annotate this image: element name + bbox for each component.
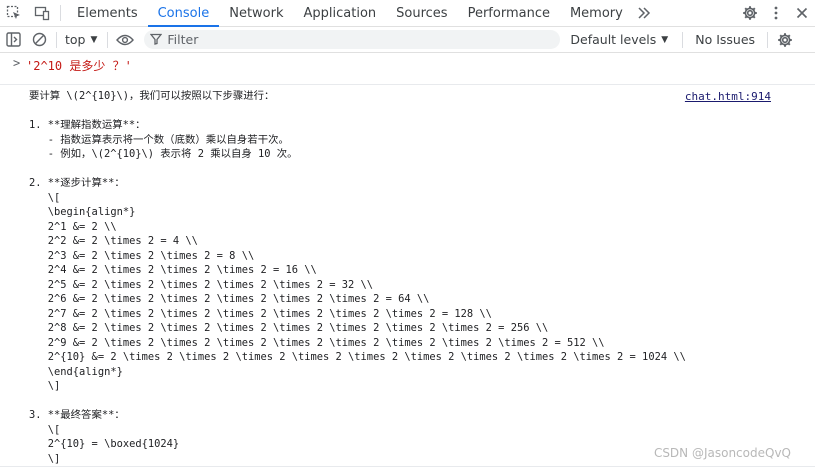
close-icon[interactable] [789,0,815,26]
chevron-right-icon: > [13,56,21,70]
log-levels-dropdown[interactable]: Default levels ▼ [560,27,678,52]
filter-icon [150,30,163,49]
log-line: 2^7 &= 2 \times 2 \times 2 \times 2 \tim… [29,307,492,320]
log-line: \] [29,452,61,465]
tab-application[interactable]: Application [294,0,387,26]
issues-label: No Issues [695,32,756,47]
divider [0,466,815,467]
caret-down-icon: ▼ [90,34,98,45]
toolbar-separator [56,31,57,48]
log-line: - 指数运算表示将一个数（底数）乘以自身若干次。 [29,133,289,146]
device-toggle-icon[interactable] [28,0,56,26]
filter-placeholder: Filter [167,32,199,47]
log-line: 要计算 \(2^{10}\)，我们可以按照以下步骤进行： [29,90,275,102]
tab-label: Elements [77,5,138,21]
log-line: 3. **最终答案**： [29,409,125,421]
tab-label: Sources [396,5,448,21]
log-line: 2^9 &= 2 \times 2 \times 2 \times 2 \tim… [29,336,605,349]
log-source-link[interactable]: chat.html:914 [685,90,771,103]
inspect-element-icon[interactable] [0,0,28,26]
issues-button[interactable]: No Issues [687,27,763,52]
tab-sources[interactable]: Sources [386,0,457,26]
log-line: 2^5 &= 2 \times 2 \times 2 \times 2 \tim… [29,278,374,291]
kebab-menu-icon[interactable] [763,0,789,26]
toolbar-separator [767,31,769,48]
tab-memory[interactable]: Memory [560,0,633,26]
devtools-tab-bar: Elements Console Network Application Sou… [0,0,815,27]
filter-input[interactable]: Filter [144,30,561,49]
tab-performance[interactable]: Performance [458,0,560,26]
toolbar-separator [107,31,109,48]
log-line: \[ [29,191,61,204]
log-line: 2^{10} = \boxed{1024} [29,438,180,450]
log-line: 1. **理解指数运算**： [29,119,146,131]
tab-label: Network [229,5,284,21]
watermark: CSDN @JasoncodeQvQ [653,446,791,460]
gear-icon[interactable] [737,0,763,26]
log-line: 2^8 &= 2 \times 2 \times 2 \times 2 \tim… [29,322,549,334]
log-line: 2^3 &= 2 \times 2 \times 2 = 8 \\ [29,249,255,262]
log-line: 2^6 &= 2 \times 2 \times 2 \times 2 \tim… [29,293,430,305]
more-tabs-icon[interactable] [633,0,655,26]
clear-console-icon[interactable] [26,27,52,52]
log-line: \end{align*} [29,365,123,378]
log-line: 2. **逐步计算**： [29,177,125,189]
tab-console[interactable]: Console [147,0,220,27]
log-line: \begin{align*} [29,206,136,218]
log-line: 2^{10} &= 2 \times 2 \times 2 \times 2 \… [29,351,686,363]
console-settings-gear-icon[interactable] [772,27,798,52]
log-line: \[ [29,423,61,436]
log-line: 2^2 &= 2 \times 2 = 4 \\ [29,235,198,247]
log-line: - 例如，\(2^{10}\) 表示将 2 乘以自身 10 次。 [29,148,298,160]
console-log-text: 要计算 \(2^{10}\)，我们可以按照以下步骤进行： 1. **理解指数运算… [29,89,686,466]
console-input-echo: > '2^10 是多少 ？' [0,53,815,85]
log-line: 2^1 &= 2 \\ [29,220,117,233]
context-label: top [65,32,86,47]
console-toolbar: top ▼ Filter Default levels ▼ No Issues [0,27,815,53]
toolbar-separator [682,31,684,48]
tab-elements[interactable]: Elements [67,0,148,26]
tab-label: Application [303,5,377,21]
tab-network[interactable]: Network [219,0,293,26]
tab-label: Console [157,5,210,21]
caret-down-icon: ▼ [661,34,669,45]
context-selector[interactable]: top ▼ [61,27,103,52]
sidebar-toggle-icon[interactable] [0,27,26,52]
log-line: 2^4 &= 2 \times 2 \times 2 \times 2 = 16… [29,264,317,276]
log-line: \] [29,380,61,392]
tab-label: Memory [569,5,623,21]
log-levels-label: Default levels [570,32,657,47]
eye-icon[interactable] [112,27,138,52]
tab-label: Performance [467,5,550,21]
console-input-text: '2^10 是多少 ？' [26,59,132,73]
tab-separator [60,5,61,21]
